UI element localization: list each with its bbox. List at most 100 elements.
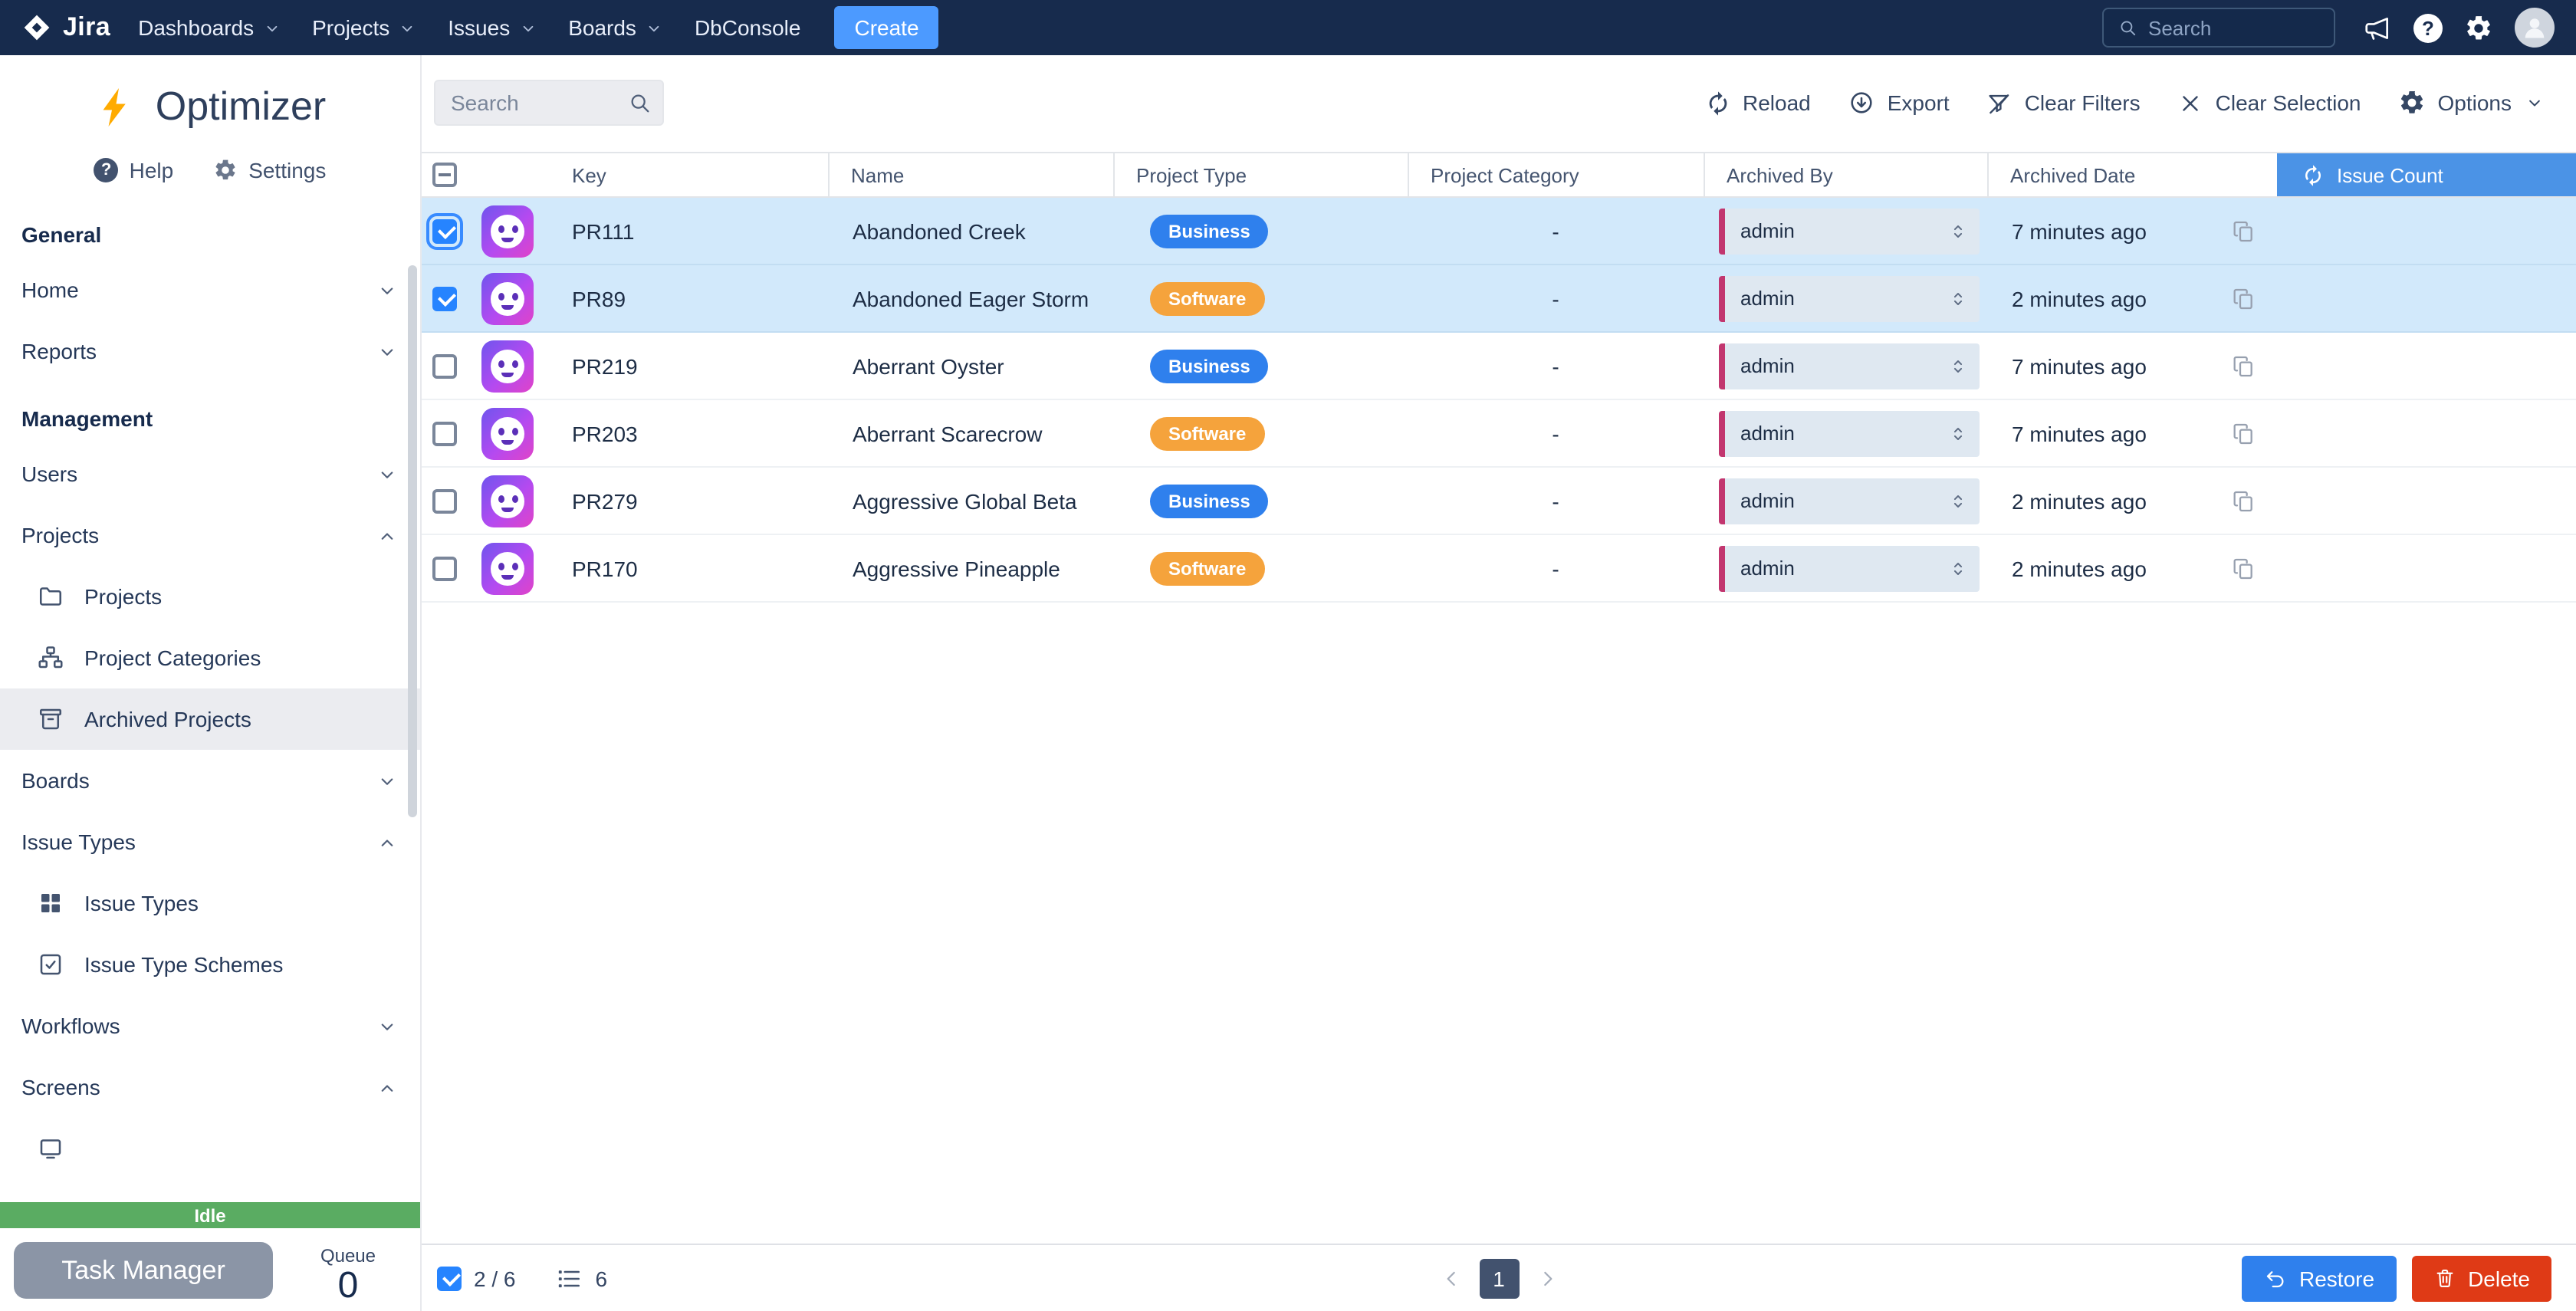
table-row[interactable]: PR219 Aberrant Oyster Business - admin 7… [422,333,2576,400]
sidebar-item-users[interactable]: Users [0,443,420,504]
announcements-icon[interactable] [2363,13,2392,42]
archived-by-select[interactable]: admin [1719,478,1980,524]
menu-boards[interactable]: Boards [568,15,664,40]
sidebar-scrollbar[interactable] [408,265,417,817]
sidebar-item-issue-types[interactable]: Issue Types [0,811,420,872]
queue: Queue 0 [320,1245,376,1305]
restore-button[interactable]: Restore [2241,1255,2396,1301]
avatar-face [491,484,524,518]
copy-icon[interactable] [2231,421,2256,445]
column-header-archived-by[interactable]: Archived By [1704,153,1987,196]
sidebar-item-issue-types-sub[interactable]: Issue Types [0,872,420,934]
sidebar-item-screens[interactable]: Screens [0,1056,420,1118]
table-row[interactable]: PR279 Aggressive Global Beta Business - … [422,468,2576,535]
sidebar-item-projects-sub[interactable]: Projects [0,566,420,627]
brand-label: Jira [63,12,110,43]
gear-icon[interactable] [2464,13,2493,42]
export-button[interactable]: Export [1848,89,1950,117]
row-checkbox[interactable] [432,353,457,378]
issue-count-cell [2277,400,2576,466]
copy-icon[interactable] [2231,219,2256,243]
sidebar-item-home[interactable]: Home [0,259,420,320]
top-menu: Dashboards Projects Issues Boards DbCons… [138,6,938,49]
app-header: Optimizer [0,55,420,136]
project-name[interactable]: Aggressive Global Beta [828,468,1113,534]
delete-button[interactable]: Delete [2411,1255,2551,1301]
archived-by-select[interactable]: admin [1719,545,1980,591]
avatar[interactable] [2515,8,2555,48]
column-header-project-type[interactable]: Project Type [1113,153,1408,196]
chevron-up-icon [376,524,399,547]
archived-by-select[interactable]: admin [1719,343,1980,389]
sidebar-item-project-categories[interactable]: Project Categories [0,627,420,688]
copy-icon[interactable] [2231,488,2256,513]
project-key[interactable]: PR89 [547,265,828,331]
menu-dbconsole[interactable]: DbConsole [695,15,801,40]
table-row[interactable]: PR203 Aberrant Scarecrow Software - admi… [422,400,2576,468]
copy-icon[interactable] [2231,353,2256,378]
global-search[interactable] [2102,8,2335,48]
clear-filters-button[interactable]: Clear Filters [1986,90,2141,116]
row-checkbox[interactable] [432,219,457,243]
app-root: Jira Dashboards Projects Issues Boards D… [0,0,2576,1311]
table-row[interactable]: PR89 Abandoned Eager Storm Software - ad… [422,265,2576,333]
copy-icon[interactable] [2231,556,2256,580]
sidebar-item-boards[interactable]: Boards [0,750,420,811]
task-manager-button[interactable]: Task Manager [14,1242,273,1299]
sidebar-item-projects[interactable]: Projects [0,504,420,566]
menu-dashboards[interactable]: Dashboards [138,15,281,40]
table-search[interactable] [434,80,664,126]
row-checkbox[interactable] [432,556,457,580]
column-header-key[interactable]: Key [547,153,828,196]
jira-brand[interactable]: Jira [21,12,110,43]
sidebar-item-archived-projects[interactable]: Archived Projects [0,688,420,750]
archived-by-select[interactable]: admin [1719,208,1980,254]
project-name[interactable]: Abandoned Eager Storm [828,265,1113,331]
section-heading-management: Management [0,382,420,443]
project-key[interactable]: PR203 [547,400,828,466]
project-name[interactable]: Aggressive Pineapple [828,535,1113,601]
table-row[interactable]: PR111 Abandoned Creek Business - admin 7… [422,198,2576,265]
help-link[interactable]: Help [94,158,174,182]
chevron-left-icon[interactable] [1439,1266,1464,1290]
column-header-project-category[interactable]: Project Category [1408,153,1704,196]
tree-icon [37,644,64,672]
search-icon [627,90,652,115]
sidebar-item-reports[interactable]: Reports [0,320,420,382]
footer-checkbox[interactable] [437,1266,462,1290]
settings-link[interactable]: Settings [213,158,326,182]
sidebar-item-workflows[interactable]: Workflows [0,995,420,1056]
menu-issues[interactable]: Issues [448,15,537,40]
project-name[interactable]: Aberrant Oyster [828,333,1113,399]
table-row[interactable]: PR170 Aggressive Pineapple Software - ad… [422,535,2576,603]
column-header-name[interactable]: Name [828,153,1113,196]
help-icon[interactable] [2413,13,2443,42]
sidebar-item-screens-sub[interactable] [0,1118,420,1179]
chevron-right-icon[interactable] [1534,1266,1559,1290]
project-name[interactable]: Aberrant Scarecrow [828,400,1113,466]
menu-projects[interactable]: Projects [312,15,417,40]
copy-icon[interactable] [2231,286,2256,310]
clear-selection-button[interactable]: Clear Selection [2177,90,2361,116]
sidebar-item-issue-type-schemes[interactable]: Issue Type Schemes [0,934,420,995]
row-checkbox[interactable] [432,488,457,513]
select-all-checkbox[interactable] [432,163,457,187]
project-key[interactable]: PR111 [547,198,828,264]
project-key[interactable]: PR219 [547,333,828,399]
archived-by-select[interactable]: admin [1719,410,1980,456]
row-checkbox[interactable] [432,421,457,445]
global-search-input[interactable] [2148,16,2320,39]
column-header-archived-date[interactable]: Archived Date [1987,153,2277,196]
project-key[interactable]: PR170 [547,535,828,601]
archived-by-select[interactable]: admin [1719,275,1980,321]
project-type-badge: Software [1150,281,1264,315]
unfold-icon [1947,288,1969,309]
row-checkbox[interactable] [432,286,457,310]
reload-button[interactable]: Reload [1704,90,1811,116]
project-key[interactable]: PR279 [547,468,828,534]
create-button[interactable]: Create [834,6,938,49]
column-header-issue-count[interactable]: Issue Count [2277,153,2576,196]
options-button[interactable]: Options [2398,89,2546,117]
project-name[interactable]: Abandoned Creek [828,198,1113,264]
page-current[interactable]: 1 [1479,1258,1519,1298]
